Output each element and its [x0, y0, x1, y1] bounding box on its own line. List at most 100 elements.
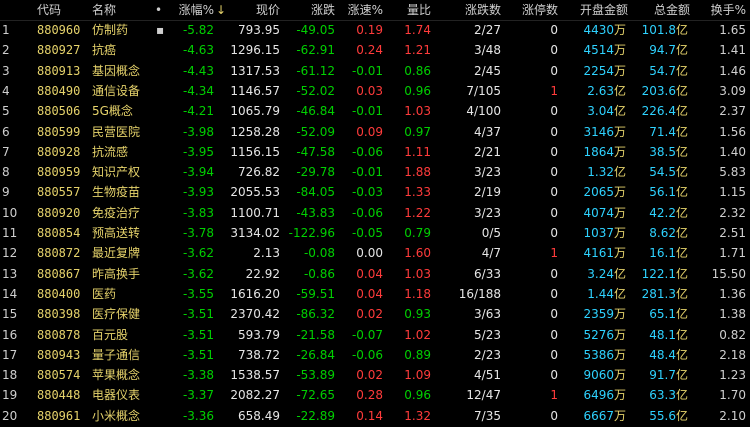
row-price: 1146.57: [230, 83, 280, 98]
row-code: 880959: [37, 165, 81, 180]
header-total-amount[interactable]: 总金额: [632, 0, 690, 20]
header-open-amount[interactable]: 开盘金额: [562, 0, 628, 20]
row-name: 免疫治疗: [92, 205, 141, 220]
table-row[interactable]: 3 880913 基因概念 -4.43 1317.53 -61.12 -0.01 0.86 2/…: [0, 61, 750, 81]
row-name: 5G概念: [92, 104, 133, 119]
row-total-amount: 54.5: [649, 165, 676, 180]
table-row[interactable]: 9 880557 生物疫苗 -3.93 2055.53 -84.05 -0.03 1.33 2/…: [0, 182, 750, 202]
table-row[interactable]: 16 880878 百元股 -3.51 593.79 -21.58 -0.07 1.02 5/2…: [0, 325, 750, 345]
table-row[interactable]: 14 880400 医药 -3.55 1616.20 -59.51 0.04 1.18 16/1…: [0, 284, 750, 304]
row-volume-ratio: 0.96: [404, 388, 431, 403]
row-change-percent: -5.82: [182, 23, 214, 37]
row-open-amount: 2065: [583, 185, 614, 200]
row-open-unit: 万: [614, 43, 627, 58]
table-row[interactable]: 13 880867 昨高换手 -3.62 22.92 -0.86 0.04 1.03 6/33 0…: [0, 264, 750, 284]
row-change: -86.32: [296, 307, 335, 322]
row-price: 1616.20: [230, 286, 280, 301]
row-open-unit: 万: [614, 368, 627, 383]
row-turnover: 2.37: [719, 104, 746, 119]
row-price: 1100.71: [230, 205, 280, 220]
row-limit-up: 0: [550, 327, 558, 342]
row-open-unit: 万: [614, 246, 627, 261]
row-code: 880854: [37, 226, 81, 240]
header-price[interactable]: 现价: [228, 0, 280, 20]
row-change: -52.09: [296, 124, 335, 139]
sort-down-icon[interactable]: ↓: [216, 0, 226, 20]
row-speed: -0.06: [351, 347, 383, 362]
row-turnover: 2.51: [719, 226, 746, 240]
table-row[interactable]: 1 880960 仿制药 ▪ -5.82 793.95 -49.05 0.19 1.74 2/27…: [0, 20, 750, 40]
table-row[interactable]: 4 880490 通信设备 -4.34 1146.57 -52.02 0.03 0.96 7/1…: [0, 81, 750, 101]
header-name[interactable]: 名称: [92, 0, 152, 20]
row-total-unit: 亿: [676, 266, 689, 281]
table-row[interactable]: 11 880854 预高送转 -3.78 3134.02 -122.96 -0.05 0.79…: [0, 223, 750, 243]
row-change: -52.02: [296, 83, 335, 98]
row-code: 880867: [37, 266, 81, 281]
row-flag: [156, 345, 166, 365]
row-speed: 0.00: [356, 246, 383, 261]
row-flag: [156, 203, 166, 223]
row-flag: ▪: [156, 23, 165, 37]
table-row[interactable]: 17 880943 量子通信 -3.51 738.72 -26.84 -0.06 0.89 2/…: [0, 345, 750, 365]
row-total-amount: 48.1: [649, 327, 676, 342]
row-open-unit: 万: [614, 205, 627, 220]
row-total-amount: 281.3: [641, 286, 676, 301]
table-row[interactable]: 10 880920 免疫治疗 -3.83 1100.71 -43.83 -0.06 1.22 3…: [0, 203, 750, 223]
row-open-amount: 2254: [583, 63, 614, 78]
header-limit-up[interactable]: 涨停数: [503, 0, 558, 20]
table-row[interactable]: 8 880959 知识产权 -3.94 726.82 -29.78 -0.01 1.88 3/2…: [0, 162, 750, 182]
row-change-percent: -3.78: [182, 226, 214, 240]
row-up-down-count: 12/47: [466, 388, 501, 403]
header-change-percent[interactable]: 涨幅%: [168, 0, 214, 20]
row-change: -49.05: [296, 23, 335, 37]
row-limit-up: 0: [550, 205, 558, 220]
row-name: 百元股: [92, 327, 129, 342]
row-change: -122.96: [288, 226, 335, 240]
header-turnover[interactable]: 换手%: [694, 0, 746, 20]
row-total-amount: 226.4: [641, 104, 676, 119]
table-row[interactable]: 20 880961 小米概念 -3.36 658.49 -22.89 0.14 1.32 7/3…: [0, 406, 750, 426]
table-row[interactable]: 12 880872 最近复牌 -3.62 2.13 -0.08 0.00 1.60 4/7 1 41…: [0, 243, 750, 263]
row-name: 生物疫苗: [92, 185, 141, 200]
row-index: 6: [2, 124, 10, 139]
row-flag: [156, 385, 166, 405]
header-up-down-count[interactable]: 涨跌数: [440, 0, 501, 20]
row-price: 593.79: [238, 327, 280, 342]
row-speed: -0.01: [351, 104, 383, 119]
row-total-unit: 亿: [676, 327, 689, 342]
row-open-unit: 万: [614, 185, 627, 200]
row-change-percent: -3.36: [182, 408, 214, 423]
row-total-unit: 亿: [676, 388, 689, 403]
header-speed[interactable]: 涨速%: [337, 0, 383, 20]
row-change-percent: -4.34: [182, 83, 214, 98]
row-open-amount: 6667: [583, 408, 614, 423]
row-code: 880913: [37, 63, 81, 78]
row-total-amount: 8.62: [649, 226, 676, 240]
row-speed: 0.02: [356, 368, 383, 383]
table-row[interactable]: 2 880927 抗癌 -4.63 1296.15 -62.91 0.24 1.21 3/48 0…: [0, 40, 750, 60]
table-row[interactable]: 18 880574 苹果概念 -3.38 1538.57 -53.89 0.02 1.09 4/…: [0, 365, 750, 385]
row-flag: [156, 81, 166, 101]
row-volume-ratio: 1.02: [404, 327, 431, 342]
row-speed: 0.04: [356, 266, 383, 281]
table-row[interactable]: 6 880599 民营医院 -3.98 1258.28 -52.09 0.09 0.97 4/3…: [0, 122, 750, 142]
row-code: 880557: [37, 185, 81, 200]
table-row[interactable]: 5 880506 5G概念 -4.21 1065.79 -46.84 -0.01 1.03 4/…: [0, 101, 750, 121]
row-index: 10: [2, 205, 18, 220]
table-row[interactable]: 19 880448 电器仪表 -3.37 2082.27 -72.65 0.28 0.96 12…: [0, 385, 750, 405]
header-volume-ratio[interactable]: 量比: [388, 0, 431, 20]
row-turnover: 15.50: [711, 266, 746, 281]
row-price: 738.72: [238, 347, 280, 362]
row-volume-ratio: 1.88: [404, 165, 431, 180]
row-total-unit: 亿: [676, 104, 689, 119]
row-speed: 0.09: [356, 124, 383, 139]
table-row[interactable]: 15 880398 医疗保健 -3.51 2370.42 -86.32 0.02 0.93 3/…: [0, 304, 750, 324]
row-total-amount: 71.4: [649, 124, 676, 139]
row-index: 16: [2, 327, 18, 342]
row-change: -21.58: [296, 327, 335, 342]
row-open-amount: 1.44: [587, 286, 614, 301]
table-row[interactable]: 7 880928 抗流感 -3.95 1156.15 -47.58 -0.06 1.11 2/2…: [0, 142, 750, 162]
header-change[interactable]: 涨跌: [283, 0, 335, 20]
row-total-unit: 亿: [676, 124, 689, 139]
header-code[interactable]: 代码: [37, 0, 87, 20]
